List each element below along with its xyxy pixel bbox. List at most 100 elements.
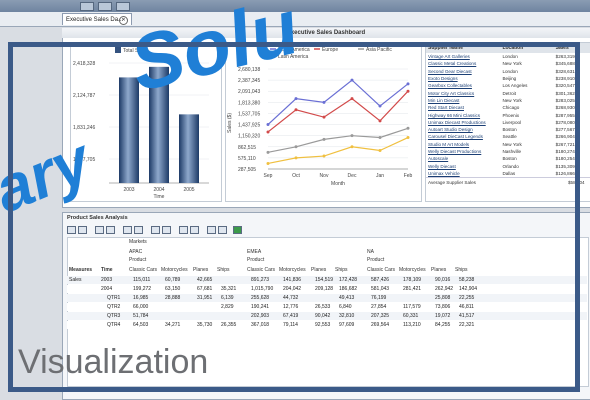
table-cell: 41,517 [459,313,475,319]
product-column-header[interactable]: Classic Cars [367,267,395,273]
region-header[interactable]: EMEA [247,249,261,255]
table-row[interactable]: Motor City Art Classics Detroit $301,362 [426,89,590,96]
table-row[interactable]: Red Start Diecast Chicago $268,930 [426,104,590,111]
table-row[interactable]: Autoart Studio Design Boston $277,567 [426,126,590,133]
filter-icon[interactable] [134,226,143,234]
table-cell: 35,730 [197,322,213,328]
sort-icon[interactable] [151,226,160,234]
table-row[interactable]: Classic Metal Creations New York $345,688 [426,60,590,67]
table-row[interactable]: Studio M Art Models New York $267,721 [426,141,590,148]
table-row[interactable]: Carousel DieCast Legends Seattle $266,904 [426,133,590,140]
table-cell: 154,519 [315,277,334,283]
table-row[interactable]: Unimax Vehicle Dallas $126,866 [426,170,590,177]
excel-icon[interactable] [233,226,242,234]
markets-header: Markets [129,239,147,245]
table-cell: 262,942 [435,286,454,292]
table-cell: 117,579 [403,304,421,310]
product-column-header[interactable]: Ships [217,267,230,273]
series-line [267,127,409,153]
time-label[interactable]: QTR3 [107,313,120,319]
product-column-header[interactable]: Classic Cars [247,267,275,273]
product-column-header[interactable]: Planes [193,267,208,273]
series-line [267,136,409,165]
data-point [322,137,326,141]
column-header[interactable]: Sales [554,45,590,51]
table-cell: 34,271 [165,322,181,328]
table-row[interactable]: Second Gear Diecast London $328,631 [426,68,590,75]
table-cell: 204,042 [283,286,302,292]
region-header[interactable]: NA [367,249,374,255]
time-label[interactable]: QTR4 [107,322,120,328]
table-cell: 2,829 [221,304,234,310]
table-row[interactable]: Unimax Diecast Productions Liverpool $278,… [426,119,590,126]
table-row[interactable]: Welly Diecast Productions Nashville $180,2… [426,148,590,155]
table-cell: 84,255 [435,322,451,328]
x-tick-label: 2005 [183,187,194,193]
table-row[interactable]: Autoscale Boston $180,254 [426,155,590,162]
y-tick-label: 1,537,705 [238,111,260,117]
bar [119,77,139,183]
data-point [378,136,382,140]
data-point [350,97,354,101]
product-column-header[interactable]: Motorcycles [399,267,426,273]
analysis-toolbar [67,223,267,237]
table-cell: Studio M Art Models [428,141,470,147]
table-cell: $328,631 [555,68,575,74]
time-label[interactable]: 2003 [101,277,112,283]
time-label[interactable]: QTR2 [107,304,120,310]
data-point [266,161,270,165]
table-cell: Nashville [502,149,522,154]
region-header[interactable]: APAC [129,249,142,255]
table-row[interactable]: Vintage Art Galleries London $263,319 [426,53,590,60]
table-view-icon[interactable] [67,226,76,234]
table-row[interactable]: Min Lin Diecast New York $283,025 [426,97,590,104]
time-label[interactable]: QTR1 [107,295,120,301]
table-row[interactable]: Highway 66 Mini Classics Phoenix $287,955 [426,111,590,118]
table-cell: 35,321 [221,286,237,292]
toolbar-icon[interactable] [116,2,130,11]
table-cell: 66,000 [133,304,149,310]
table-cell: Welly Diecast Productions [428,149,482,154]
table-header: Supplier Name Location Sales [426,43,590,53]
table-row[interactable]: Exoto Designs Beijing $238,910 [426,75,590,82]
data-point [294,156,298,160]
column-header[interactable]: Location [500,45,553,51]
table-cell: 19,072 [435,313,451,319]
product-column-header[interactable]: Classic Cars [129,267,157,273]
x-tick-label: 2004 [153,187,164,193]
table-cell: Autoscale [428,156,449,162]
chart-icon[interactable] [123,226,132,234]
column-header[interactable]: Supplier Name [426,45,500,51]
legend-label: Europe [322,47,338,53]
data-point [350,78,354,82]
drill-icon[interactable] [162,226,171,234]
table-cell: 891,273 [251,277,270,283]
table-cell: $287,955 [555,112,575,118]
table-cell: 115,011 [133,277,151,283]
table-cell: 31,951 [197,295,213,301]
grid-icon[interactable] [78,226,87,234]
table-cell: 92,553 [315,322,331,328]
table-row[interactable]: Welly Diecast Orlando $135,309 [426,162,590,169]
export-pdf-icon[interactable] [190,226,199,234]
toolbar-icon[interactable] [80,2,94,11]
refresh-icon[interactable] [218,226,227,234]
print-icon[interactable] [179,226,188,234]
table-cell: London [502,54,518,60]
product-column-header[interactable]: Motorcycles [161,267,188,273]
toolbar-icon[interactable] [98,2,112,11]
product-column-header[interactable]: Ships [335,267,348,273]
table-cell: 269,564 [371,322,390,328]
export-csv-icon[interactable] [207,226,216,234]
table-cell: $180,274 [555,149,575,154]
time-label[interactable]: 2004 [101,286,112,292]
y-tick-label: 1,831,246 [73,125,95,131]
table-row[interactable]: Gearbox Collectables Los Angeles $320,547 [426,82,590,89]
product-column-header[interactable]: Planes [311,267,326,273]
columns-icon[interactable] [95,226,104,234]
product-column-header[interactable]: Motorcycles [279,267,306,273]
x-axis-label: Time [154,194,165,200]
product-column-header[interactable]: Planes [431,267,446,273]
product-column-header[interactable]: Ships [455,267,468,273]
rows-icon[interactable] [106,226,115,234]
